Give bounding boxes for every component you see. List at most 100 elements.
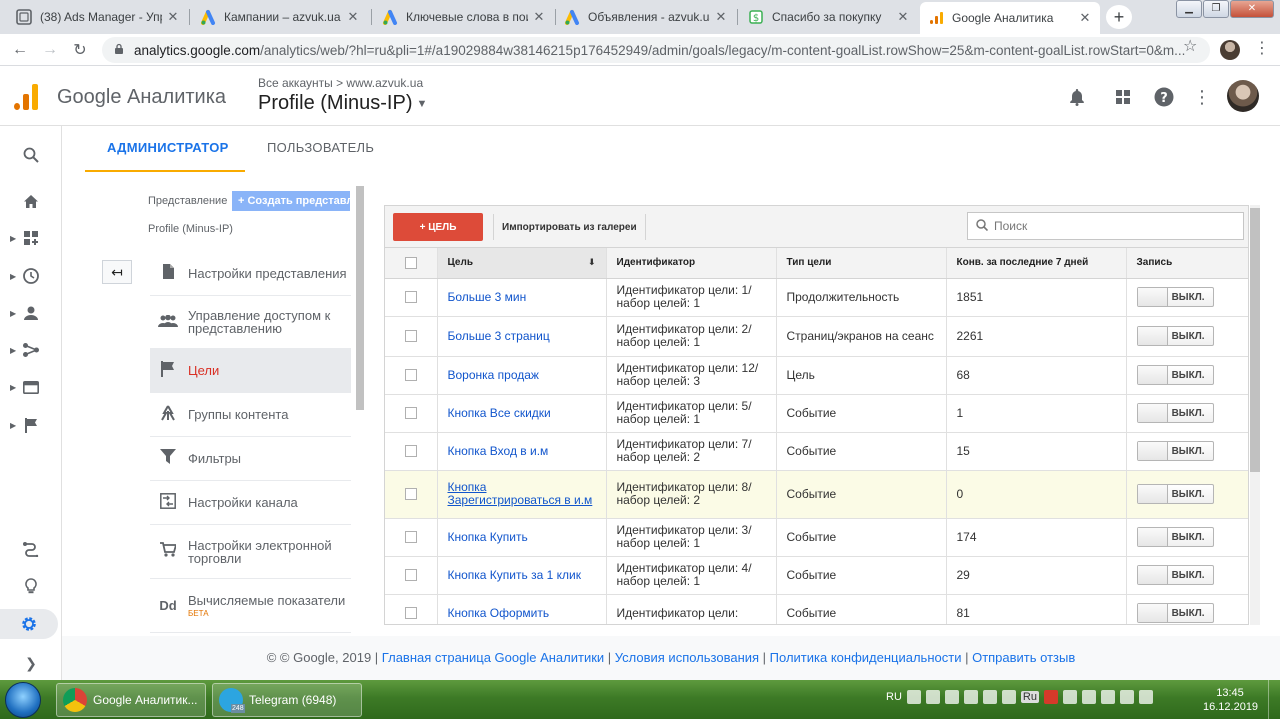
- more-vert-icon[interactable]: ⋮: [1191, 86, 1213, 108]
- close-icon[interactable]: ✕: [166, 9, 180, 25]
- menu-item-goals[interactable]: Цели: [150, 349, 351, 393]
- create-view-button[interactable]: + Создать представление: [232, 191, 350, 211]
- monitor-tray-icon[interactable]: [1001, 690, 1016, 704]
- user-avatar[interactable]: [1227, 80, 1259, 112]
- table-row[interactable]: Больше 3 мин Идентификатор цели: 1/набор …: [385, 278, 1248, 317]
- analytics-logo-icon[interactable]: [14, 84, 40, 110]
- table-row[interactable]: Кнопка Купить Идентификатор цели: 3/набор…: [385, 518, 1248, 557]
- scrollbar-thumb[interactable]: [1250, 208, 1260, 472]
- help-tray-icon[interactable]: [906, 690, 921, 704]
- recording-toggle[interactable]: ВЫКЛ.: [1136, 365, 1214, 385]
- apps-grid-icon[interactable]: [1112, 86, 1134, 108]
- attribution-icon[interactable]: [0, 534, 62, 564]
- browser-tab-ads-manager[interactable]: (38) Ads Manager - Управ ✕: [8, 2, 188, 32]
- row-checkbox[interactable]: [404, 330, 417, 342]
- recording-toggle[interactable]: ВЫКЛ.: [1136, 565, 1214, 585]
- close-icon[interactable]: ✕: [346, 9, 360, 25]
- brand-name[interactable]: Google Аналитика: [57, 86, 226, 109]
- volume-tray-icon[interactable]: [1119, 690, 1134, 704]
- system-clock[interactable]: 13:45 16.12.2019: [1203, 686, 1258, 714]
- customization-icon[interactable]: ▶: [0, 223, 62, 253]
- goal-name-link[interactable]: Воронка продаж: [437, 356, 607, 395]
- skype-tray-icon[interactable]: [944, 690, 959, 704]
- search-icon[interactable]: [0, 140, 62, 170]
- browser-tab-analytics[interactable]: Google Аналитика ✕: [920, 2, 1100, 34]
- row-checkbox[interactable]: [404, 488, 417, 500]
- realtime-clock-icon[interactable]: ▶: [0, 261, 62, 291]
- table-row[interactable]: Кнопка Зарегистрироваться в и.м Идентифик…: [385, 470, 1248, 519]
- back-arrow-icon[interactable]: ←: [8, 38, 32, 62]
- footer-link-terms[interactable]: Условия использования: [615, 650, 759, 665]
- goal-name-link[interactable]: Больше 3 страниц: [437, 316, 607, 357]
- reload-icon[interactable]: ↻: [68, 38, 92, 62]
- recording-toggle[interactable]: ВЫКЛ.: [1136, 403, 1214, 423]
- recording-toggle[interactable]: ВЫКЛ.: [1136, 287, 1214, 307]
- table-row[interactable]: Кнопка Вход в и.м Идентификатор цели: 7/н…: [385, 432, 1248, 471]
- view-column-scrollbar[interactable]: [356, 186, 364, 410]
- menu-item-ecommerce-settings[interactable]: Настройки электронной торговли: [150, 525, 351, 579]
- row-checkbox[interactable]: [404, 291, 417, 303]
- language-indicator[interactable]: RU: [886, 691, 902, 703]
- home-icon[interactable]: [0, 186, 62, 216]
- close-icon[interactable]: ✕: [896, 9, 910, 25]
- tab-user[interactable]: ПОЛЬЗОВАТЕЛЬ: [267, 126, 374, 172]
- row-checkbox[interactable]: [404, 369, 417, 381]
- discover-bulb-icon[interactable]: [0, 571, 62, 601]
- table-row[interactable]: Кнопка Купить за 1 клик Идентификатор цел…: [385, 556, 1248, 595]
- table-row[interactable]: Больше 3 страниц Идентификатор цели: 2/на…: [385, 316, 1248, 357]
- viber-tray-icon[interactable]: [963, 690, 978, 704]
- close-icon[interactable]: ✕: [1078, 10, 1092, 26]
- column-header-record[interactable]: Запись: [1126, 248, 1248, 279]
- acquisition-icon[interactable]: ▶: [0, 335, 62, 365]
- expand-rail-chevron-icon[interactable]: ❯: [0, 646, 62, 680]
- profile-selector[interactable]: Profile (Minus-IP) ▼: [258, 92, 427, 115]
- new-tab-button[interactable]: +: [1106, 5, 1132, 29]
- help-icon[interactable]: ?: [1153, 86, 1175, 108]
- goals-scrollbar[interactable]: [1250, 205, 1260, 625]
- table-row[interactable]: Воронка продаж Идентификатор цели: 12/наб…: [385, 356, 1248, 395]
- menu-item-calculated-metrics[interactable]: Dd Вычисляемые показатели БЕТА: [150, 579, 351, 633]
- select-all-checkbox[interactable]: [404, 256, 417, 269]
- display-tray-icon[interactable]: [1100, 690, 1115, 704]
- browser-menu-icon[interactable]: ⋮: [1254, 38, 1270, 58]
- goal-name-link[interactable]: Кнопка Купить за 1 клик: [437, 556, 607, 595]
- recording-toggle[interactable]: ВЫКЛ.: [1136, 527, 1214, 547]
- conversions-flag-icon[interactable]: ▶: [0, 410, 62, 440]
- network-tray-icon[interactable]: [925, 690, 940, 704]
- security-tray-icon[interactable]: [1062, 690, 1077, 704]
- footer-link-home[interactable]: Главная страница Google Аналитики: [382, 650, 604, 665]
- menu-item-access-management[interactable]: Управление доступом к представлению: [150, 296, 351, 349]
- power-tray-icon[interactable]: [1138, 690, 1153, 704]
- table-row[interactable]: Кнопка Оформить Идентификатор цели: Событи…: [385, 594, 1248, 624]
- browser-tab-thanks[interactable]: $ Спасибо за покупку ✕: [740, 2, 918, 32]
- windows-start-icon[interactable]: [5, 682, 41, 718]
- browser-tab-campaigns[interactable]: Кампании – azvuk.ua – G ✕: [192, 2, 368, 32]
- browser-tab-ads[interactable]: Объявления - azvuk.ua ✕: [556, 2, 736, 32]
- taskbar-item-chrome[interactable]: Google Аналитик...: [56, 683, 206, 717]
- behavior-icon[interactable]: ▶: [0, 372, 62, 402]
- menu-item-filters[interactable]: Фильтры: [150, 437, 351, 481]
- browser-tab-keywords[interactable]: Ключевые слова в поис ✕: [374, 2, 554, 32]
- row-checkbox[interactable]: [404, 569, 417, 581]
- keyboard-tray-lang[interactable]: Ru: [1020, 691, 1039, 703]
- footer-link-privacy[interactable]: Политика конфиденциальности: [770, 650, 962, 665]
- add-goal-button[interactable]: + ЦЕЛЬ: [393, 213, 483, 241]
- bell-icon[interactable]: [1066, 86, 1088, 108]
- show-desktop-button[interactable]: [1268, 680, 1280, 719]
- row-checkbox[interactable]: [404, 531, 417, 543]
- close-icon[interactable]: ✕: [532, 9, 546, 25]
- collapse-back-arrow-icon[interactable]: ↤: [102, 260, 132, 284]
- menu-item-view-settings[interactable]: Настройки представления: [150, 252, 351, 296]
- column-header-conversions[interactable]: Конв. за последние 7 дней: [946, 248, 1127, 279]
- flag-tray-icon[interactable]: [1081, 690, 1096, 704]
- column-header-type[interactable]: Тип цели: [776, 248, 947, 279]
- footer-link-feedback[interactable]: Отправить отзыв: [972, 650, 1075, 665]
- recording-toggle[interactable]: ВЫКЛ.: [1136, 484, 1214, 504]
- goal-name-link[interactable]: Кнопка Оформить: [437, 594, 607, 624]
- account-breadcrumb[interactable]: Все аккаунты > www.azvuk.ua: [258, 76, 423, 90]
- admin-gear-icon[interactable]: [0, 609, 58, 639]
- pdf-tray-icon[interactable]: [1043, 690, 1058, 704]
- recording-toggle[interactable]: ВЫКЛ.: [1136, 326, 1214, 346]
- browser-profile-avatar[interactable]: [1220, 40, 1240, 60]
- table-row[interactable]: Кнопка Все скидки Идентификатор цели: 5/н…: [385, 394, 1248, 433]
